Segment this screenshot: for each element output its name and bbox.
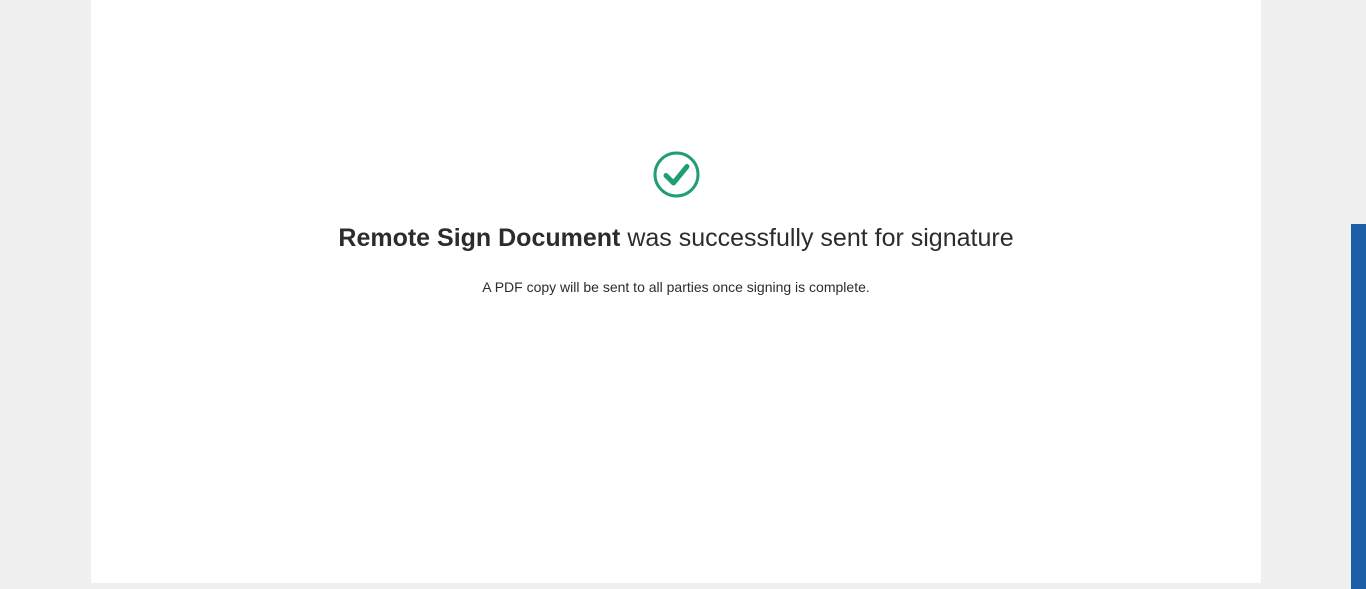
confirmation-subtext: A PDF copy will be sent to all parties o… — [482, 279, 870, 295]
side-panel-tab[interactable] — [1351, 224, 1366, 589]
page: Remote Sign Document was successfully se… — [0, 0, 1366, 589]
confirmation-headline: Remote Sign Document was successfully se… — [91, 222, 1261, 254]
confirmation-message: was successfully sent for signature — [620, 224, 1014, 252]
document-name: Remote Sign Document — [338, 224, 621, 252]
check-circle-icon — [653, 151, 700, 198]
